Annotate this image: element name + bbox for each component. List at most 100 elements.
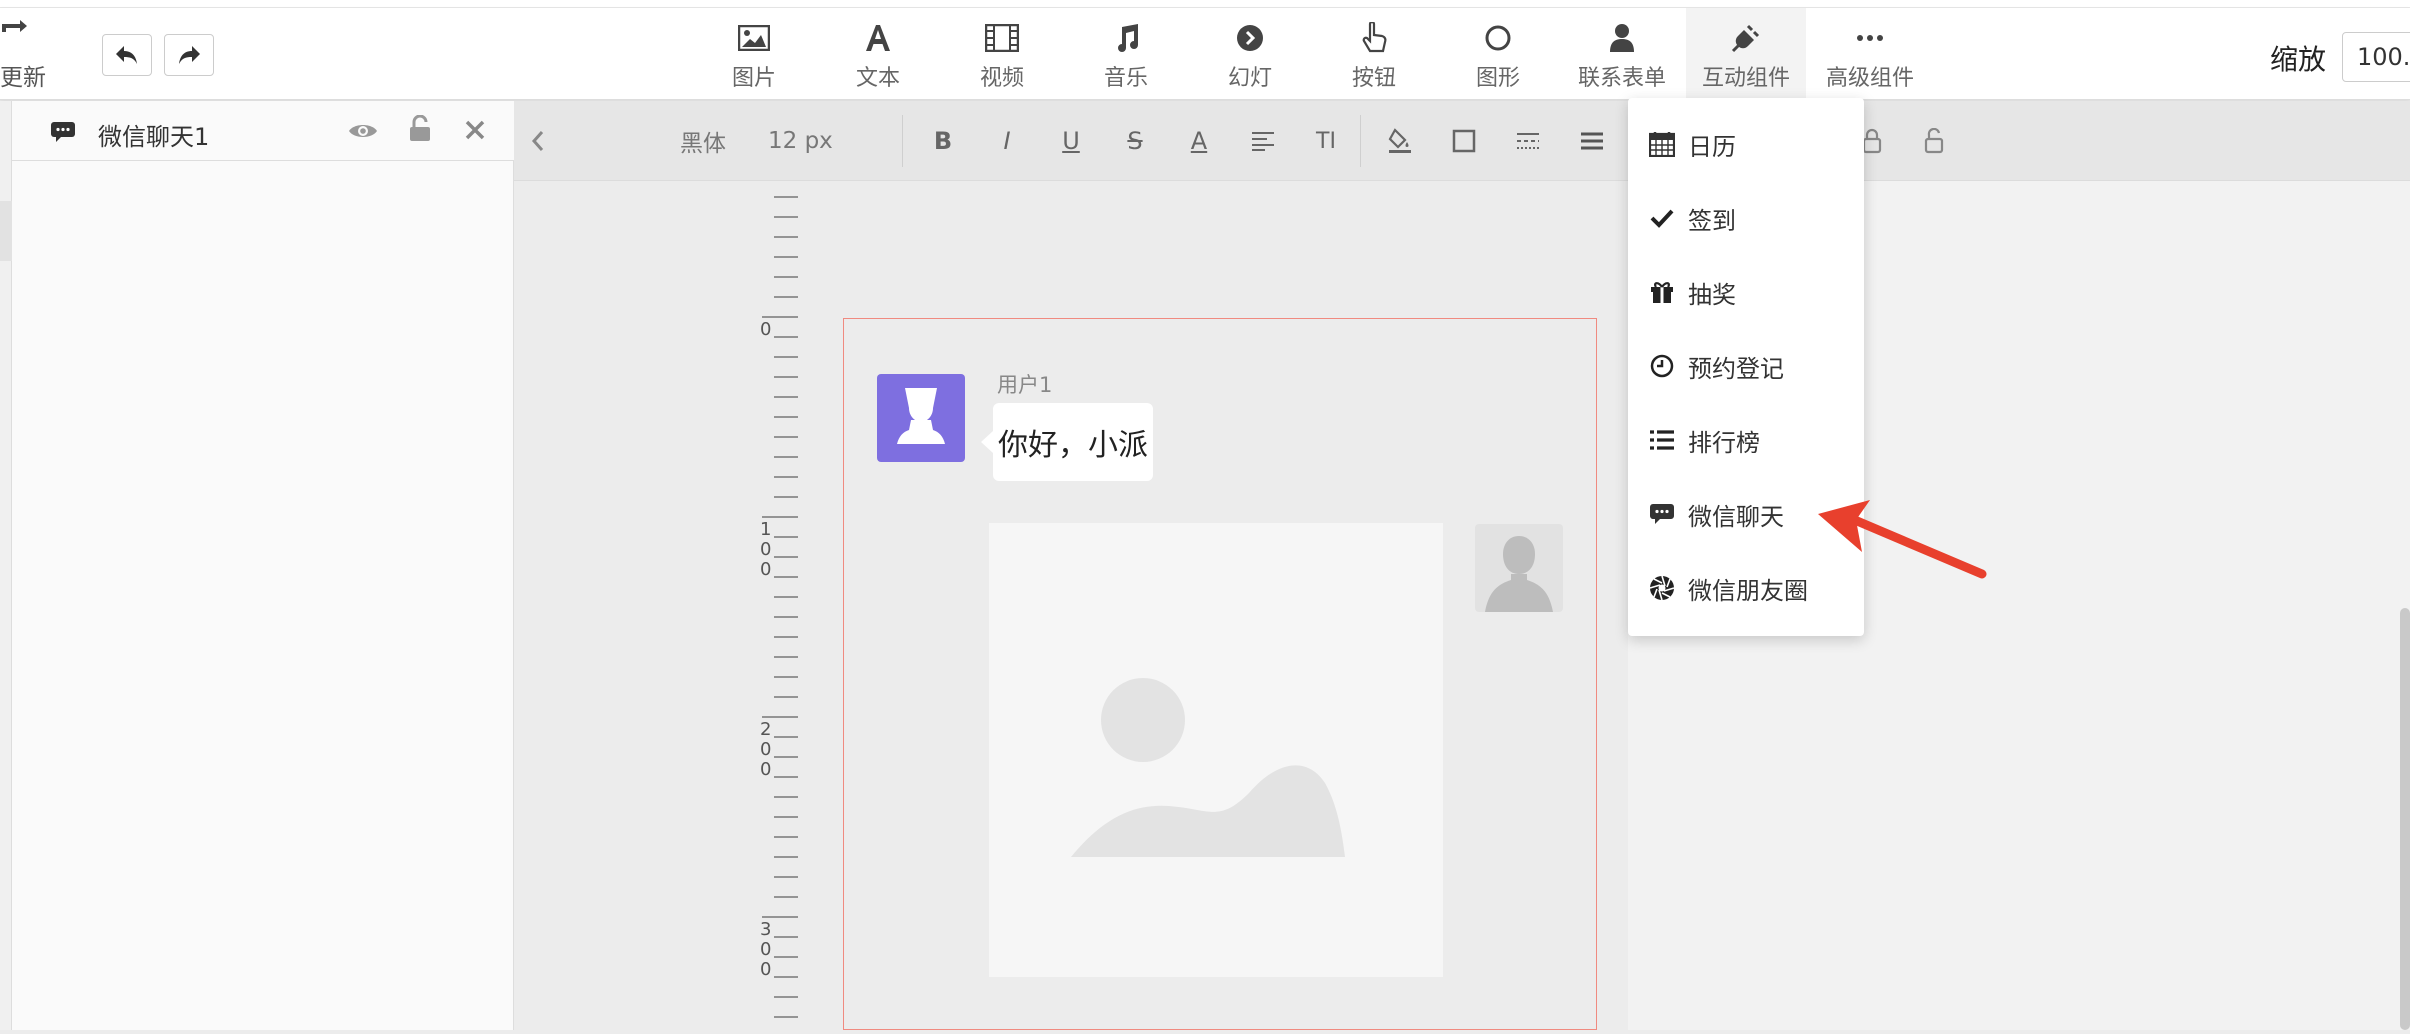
text-color-icon[interactable]: A: [1184, 123, 1214, 159]
tool-shape-label: 图形: [1475, 66, 1520, 91]
list-icon[interactable]: [1574, 123, 1610, 159]
strip-highlight: [0, 201, 12, 261]
tool-shape[interactable]: 图形: [1438, 8, 1558, 100]
tool-button-label: 按钮: [1351, 66, 1396, 91]
collapse-panel-button[interactable]: [514, 101, 562, 181]
text-icon: [866, 25, 890, 51]
tool-image[interactable]: 图片: [694, 8, 814, 100]
eye-icon[interactable]: [348, 121, 378, 141]
tool-text-label: 文本: [855, 66, 900, 91]
menu-item-label: 预约登记: [1688, 354, 1784, 383]
undo-button[interactable]: [102, 34, 152, 76]
tool-music-label: 音乐: [1103, 66, 1148, 91]
layer-item[interactable]: 微信聊天1: [12, 101, 514, 161]
ruler-label-100: 1 0 0: [760, 519, 772, 580]
user-avatar-icon: [897, 388, 945, 444]
image-placeholder[interactable]: [989, 523, 1443, 977]
ruler-label-300: 3 0 0: [760, 919, 772, 980]
align-icon[interactable]: [1248, 123, 1278, 159]
music-icon: [1118, 24, 1138, 52]
avatar-placeholder[interactable]: [1475, 524, 1563, 612]
menu-item-label: 微信聊天: [1688, 502, 1784, 531]
aperture-icon: [1648, 575, 1676, 601]
chat-bubble[interactable]: 你好，小派: [981, 403, 1153, 481]
unlock-icon[interactable]: [1916, 123, 1952, 159]
border-icon[interactable]: [1446, 123, 1482, 159]
tool-contact-form-label: 联系表单: [1577, 66, 1666, 91]
menu-item-label: 微信朋友圈: [1688, 576, 1808, 605]
unlock-icon[interactable]: [408, 115, 432, 143]
tool-music[interactable]: 音乐: [1066, 8, 1186, 100]
tool-text[interactable]: 文本: [818, 8, 938, 100]
close-icon[interactable]: [464, 119, 486, 141]
plug-icon: [1731, 24, 1760, 53]
text-size-icon[interactable]: TI: [1306, 123, 1346, 159]
undo-icon: [116, 46, 137, 64]
circle-icon: [1485, 25, 1511, 51]
menu-item-label: 签到: [1688, 206, 1736, 235]
menu-item-label: 排行榜: [1688, 428, 1760, 457]
vertical-ruler: [760, 181, 800, 1030]
menu-item-label: 抽奖: [1688, 280, 1736, 309]
chat-username: 用户1: [997, 373, 1053, 397]
chat-message: 你好，小派: [998, 428, 1148, 463]
separator: [1360, 115, 1361, 167]
menu-item-lottery[interactable]: 抽奖: [1628, 262, 1864, 322]
update-icon[interactable]: [0, 16, 40, 46]
menu-item-reservation[interactable]: 预约登记: [1628, 336, 1864, 396]
bold-icon[interactable]: B: [928, 123, 958, 159]
tool-slideshow[interactable]: 幻灯: [1190, 8, 1310, 100]
ruler-label-0: 0: [760, 319, 772, 340]
zoom-label: 缩放: [2270, 43, 2327, 76]
update-label[interactable]: 更新: [0, 58, 46, 92]
calendar-icon: [1648, 131, 1676, 157]
wechat-chat-icon: [51, 122, 75, 142]
list-icon: [1648, 429, 1676, 451]
bubble-tail: [981, 431, 993, 453]
pointer-icon: [1362, 22, 1387, 53]
tool-contact-form[interactable]: 联系表单: [1562, 8, 1682, 100]
page-frame[interactable]: 用户1 你好，小派: [843, 318, 1597, 1030]
tool-video[interactable]: 视频: [942, 8, 1062, 100]
slideshow-icon: [1237, 25, 1263, 51]
tool-video-label: 视频: [979, 66, 1024, 91]
tool-advanced[interactable]: 高级组件: [1810, 8, 1930, 100]
layers-panel: [0, 101, 514, 1030]
fill-icon[interactable]: [1382, 123, 1418, 159]
clock-icon: [1648, 354, 1676, 378]
tool-slideshow-label: 幻灯: [1227, 66, 1272, 91]
user-icon: [1610, 24, 1634, 52]
menu-item-leaderboard[interactable]: 排行榜: [1628, 410, 1864, 470]
landscape-placeholder-icon: [1071, 678, 1345, 857]
video-icon: [985, 24, 1019, 52]
zoom-input[interactable]: 100.0: [2342, 32, 2410, 82]
strikethrough-icon[interactable]: S: [1120, 123, 1150, 159]
line-style-icon[interactable]: [1510, 123, 1546, 159]
tool-advanced-label: 高级组件: [1825, 66, 1914, 91]
user-silhouette-icon: [1485, 536, 1553, 612]
menu-item-calendar[interactable]: 日历: [1628, 114, 1864, 174]
wechat-chat-icon: [1648, 503, 1676, 525]
redo-icon: [179, 46, 200, 64]
vertical-scrollbar[interactable]: [2400, 608, 2410, 1030]
layer-item-label: 微信聊天1: [98, 123, 210, 151]
menu-item-label: 日历: [1688, 132, 1736, 161]
avatar[interactable]: [877, 374, 965, 462]
separator: [902, 115, 903, 167]
chevron-left-icon: [531, 131, 544, 151]
main-toolbar: 更新 图片 文本 视频 音乐 幻灯 按钮 图形 联系表单 互动组件 高级组件 缩…: [0, 8, 2410, 100]
font-size-select[interactable]: 12 px: [768, 123, 833, 159]
tool-interactive-label: 互动组件: [1701, 66, 1790, 91]
format-toolbar: 黑体 12 px B I U S A TI: [514, 101, 2410, 181]
menu-item-checkin[interactable]: 签到: [1628, 188, 1864, 248]
font-family-select[interactable]: 黑体: [680, 123, 726, 159]
underline-icon[interactable]: U: [1056, 123, 1086, 159]
gift-icon: [1648, 280, 1676, 304]
more-icon: [1857, 35, 1883, 41]
tool-interactive[interactable]: 互动组件: [1686, 8, 1806, 100]
red-arrow-annotation: [1818, 500, 1987, 579]
italic-icon[interactable]: I: [992, 123, 1022, 159]
tool-button[interactable]: 按钮: [1314, 8, 1434, 100]
left-edge-strip: [0, 101, 12, 1030]
redo-button[interactable]: [164, 34, 214, 76]
